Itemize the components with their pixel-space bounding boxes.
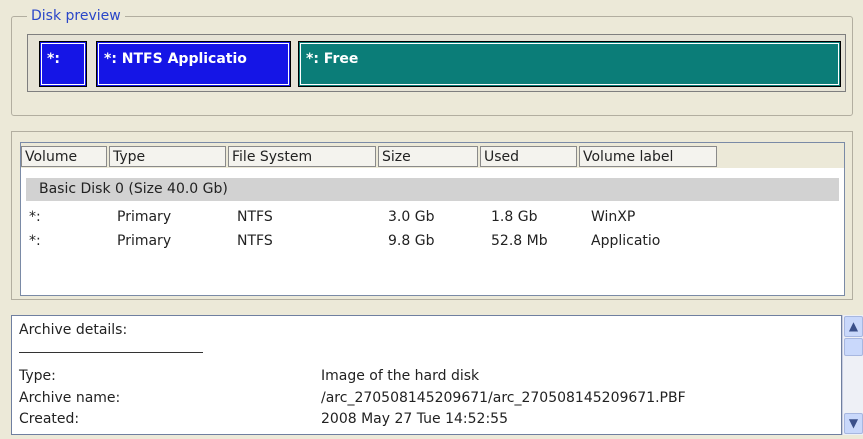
- partition-segment-2[interactable]: *: NTFS Applicatio: [96, 41, 291, 87]
- cell-size: 3.0 Gb: [388, 209, 435, 225]
- cell-size: 9.8 Gb: [388, 233, 435, 249]
- details-scrollbar[interactable]: ▲ ▼: [842, 315, 863, 435]
- disk-preview-title: Disk preview: [27, 7, 125, 25]
- column-header-volume[interactable]: Volume: [21, 146, 107, 167]
- table-row[interactable]: *: Primary NTFS 9.8 Gb 52.8 Mb Applicati…: [21, 229, 844, 253]
- detail-label-archive-name: Archive name:: [19, 390, 121, 406]
- disk-map: *: *: NTFS Applicatio *: Free: [27, 34, 846, 92]
- cell-file-system: NTFS: [237, 233, 273, 249]
- cell-type: Primary: [117, 209, 172, 225]
- column-header-size[interactable]: Size: [378, 146, 478, 167]
- disk-group-row[interactable]: Basic Disk 0 (Size 40.0 Gb): [26, 178, 839, 201]
- volume-list-panel: Volume Type File System Size Used Volume…: [11, 131, 853, 300]
- cell-used: 52.8 Mb: [491, 233, 548, 249]
- cell-volume: *:: [29, 233, 41, 249]
- detail-value-type: Image of the hard disk: [321, 368, 480, 384]
- scroll-up-icon[interactable]: ▲: [844, 316, 863, 337]
- column-header-used[interactable]: Used: [480, 146, 577, 167]
- cell-type: Primary: [117, 233, 172, 249]
- archive-details-panel[interactable]: Archive details: Type: Image of the hard…: [11, 315, 842, 435]
- volume-list[interactable]: Volume Type File System Size Used Volume…: [20, 142, 845, 296]
- cell-used: 1.8 Gb: [491, 209, 538, 225]
- cell-volume: *:: [29, 209, 41, 225]
- detail-value-archive-name: /arc_270508145209671/arc_270508145209671…: [321, 390, 686, 406]
- scroll-down-icon[interactable]: ▼: [844, 413, 863, 434]
- scroll-thumb[interactable]: [844, 338, 863, 356]
- archive-details-title: Archive details:: [19, 322, 128, 338]
- detail-value-created: 2008 May 27 Tue 14:52:55: [321, 411, 508, 427]
- cell-file-system: NTFS: [237, 209, 273, 225]
- detail-label-type: Type:: [19, 368, 56, 384]
- column-header-type[interactable]: Type: [109, 146, 226, 167]
- table-row[interactable]: *: Primary NTFS 3.0 Gb 1.8 Gb WinXP: [21, 205, 844, 229]
- column-header-file-system[interactable]: File System: [228, 146, 376, 167]
- detail-label-created: Created:: [19, 411, 80, 427]
- cell-volume-label: Applicatio: [591, 233, 661, 249]
- partition-segment-free[interactable]: *: Free: [298, 41, 841, 87]
- column-header-volume-label[interactable]: Volume label: [579, 146, 717, 167]
- cell-volume-label: WinXP: [591, 209, 636, 225]
- column-header-row: Volume Type File System Size Used Volume…: [21, 143, 844, 168]
- divider: [19, 352, 203, 353]
- partition-segment-1[interactable]: *:: [39, 41, 87, 87]
